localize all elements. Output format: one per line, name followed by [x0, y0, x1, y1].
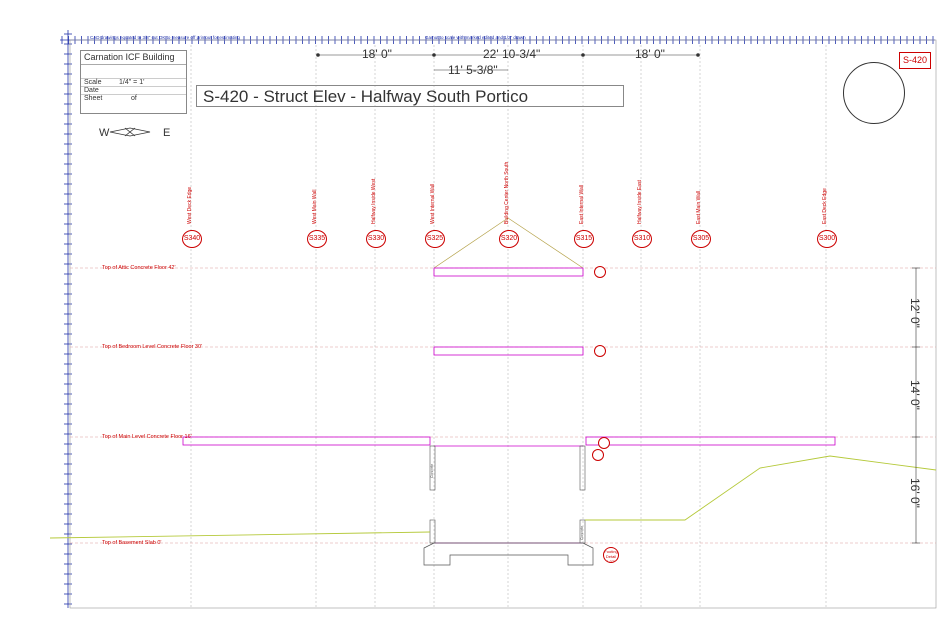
dimension-right-3: 16' 0" [908, 478, 922, 508]
drawing-title: S-420 - Struct Elev - Halfway South Port… [196, 85, 624, 107]
project-name: Carnation ICF Building [81, 51, 186, 65]
level-basement: Top of Basement Slab 0' [102, 540, 162, 546]
gridline-label: East Main Wall [696, 190, 702, 224]
left-ruler [64, 30, 72, 608]
detail-tag [592, 449, 604, 461]
sheet-frame [69, 39, 937, 609]
dimension-right-1: 12' 0" [908, 298, 922, 328]
title-block-spacer [81, 65, 186, 79]
gridlines [190, 45, 827, 608]
gridline-bubble: S315 [574, 230, 594, 248]
detail-tag [598, 437, 610, 449]
footing-detail-tag: Footing Detail S-025 [603, 547, 619, 563]
gridline-label: West Internal Wall [430, 183, 436, 224]
footing [423, 542, 594, 566]
title-block-row: Sheet of [81, 95, 186, 103]
detail-tag [594, 345, 606, 357]
level-attic: Top of Attic Concrete Floor 42' [102, 265, 176, 271]
date-label: Date [84, 87, 99, 94]
gridline-label: East Deck Edge [822, 188, 828, 224]
gridline-bubble: S325 [425, 230, 445, 248]
gridline-bubble: S310 [632, 230, 652, 248]
gridline-label: East Internal Wall [579, 185, 585, 224]
title-block-row: Date [81, 87, 186, 95]
compass-circle [843, 62, 905, 124]
gridline-bubble: S300 [817, 230, 837, 248]
sheet-value: of [131, 95, 137, 102]
dimension-top-3: 18' 0" [635, 47, 665, 61]
gridline-label: Building Center North South [504, 161, 510, 224]
title-block-row: Scale 1/4" = 1' [81, 79, 186, 87]
detail-tag [594, 266, 606, 278]
dimension-top-2: 22' 10-3/4" [483, 47, 541, 61]
level-main: Top of Main Level Concrete Floor 16' [102, 434, 192, 440]
drawing-sheet: Carnation ICF Building Scale 1/4" = 1' Da… [0, 0, 940, 627]
orientation-arrow [109, 127, 151, 137]
gridline-bubble: S340 [182, 230, 202, 248]
top-note-right: Gamut to scale with marked edited and 1/… [425, 35, 526, 40]
scale-label: Scale [84, 79, 102, 86]
gridline-bubble: S335 [307, 230, 327, 248]
sheet-label: Sheet [84, 95, 103, 102]
sheet-number: S-420 [899, 52, 931, 69]
gridline-label: West Deck Edge [187, 186, 193, 224]
level-bedroom: Top of Bedroom Level Concrete Floor 30' [102, 344, 203, 350]
level-lines [70, 267, 936, 544]
title-block: Carnation ICF Building Scale 1/4" = 1' Da… [80, 50, 187, 114]
material-note: Concrete [580, 525, 584, 540]
west-label: W [99, 127, 110, 139]
dimension-right-2: 14' 0" [908, 380, 922, 410]
dimension-top-1: 18' 0" [362, 47, 392, 61]
scale-value: 1/4" = 1' [119, 79, 145, 86]
dimension-sub: 11' 5-3/8" [448, 63, 498, 77]
east-label: E [163, 127, 171, 139]
gridline-bubble: S305 [691, 230, 711, 248]
material-note: Concrete [430, 463, 434, 478]
gridline-label: Halfway Inside East [637, 180, 643, 224]
slabs [182, 267, 836, 544]
gridline-label: West Main Wall [312, 189, 318, 224]
walls [429, 445, 586, 544]
grade-lines [49, 455, 937, 539]
gridline-bubble: S330 [366, 230, 386, 248]
gridline-bubble: S320 [499, 230, 519, 248]
gridline-label: Halfway Inside West [371, 178, 377, 224]
top-note-left: CAD drawings equated to 3/8" cut OK to m… [90, 35, 240, 40]
